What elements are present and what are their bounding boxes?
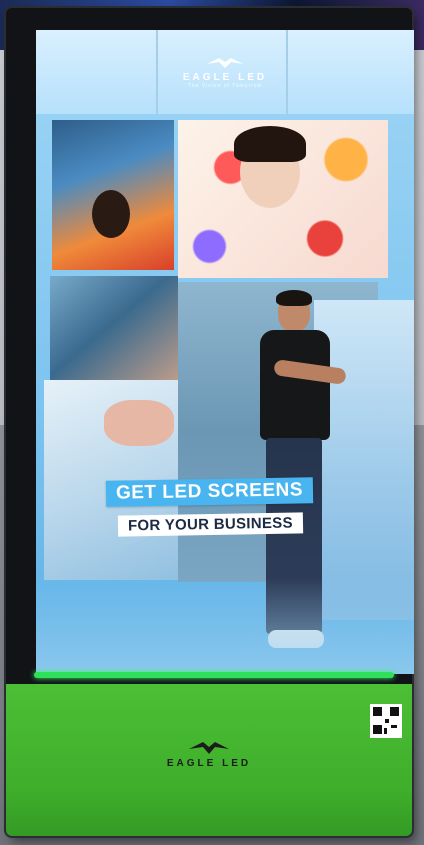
screen-floor-glow bbox=[36, 578, 414, 674]
figure-silhouette bbox=[92, 190, 130, 238]
led-kiosk: EAGLE LED The Vision of Tomorrow GET LED… bbox=[6, 8, 414, 836]
qr-code-icon[interactable] bbox=[370, 704, 402, 738]
eagle-logo-icon bbox=[207, 58, 243, 68]
subheadline-banner: FOR YOUR BUSINESS bbox=[117, 512, 304, 537]
headline-banner: GET LED SCREENS bbox=[105, 477, 314, 507]
base-logo: EAGLE LED bbox=[6, 740, 412, 769]
green-light-strip bbox=[34, 672, 394, 678]
hand-shape bbox=[104, 400, 174, 446]
eagle-logo-icon bbox=[189, 742, 229, 754]
man-hair bbox=[276, 290, 312, 306]
collage-tile-screen-closeup bbox=[50, 276, 178, 390]
collage-tile-portrait bbox=[178, 120, 388, 278]
collage-tile-led-panels bbox=[52, 120, 174, 270]
screen-logo: EAGLE LED The Vision of Tomorrow bbox=[36, 56, 414, 89]
kiosk-screen: EAGLE LED The Vision of Tomorrow GET LED… bbox=[36, 30, 414, 674]
screen-logo-tagline: The Vision of Tomorrow bbox=[187, 83, 263, 89]
screen-logo-name: EAGLE LED bbox=[182, 72, 268, 83]
man-shirt bbox=[260, 330, 330, 440]
portrait-hair bbox=[234, 126, 306, 162]
kiosk-base: EAGLE LED bbox=[6, 684, 412, 836]
base-logo-name: EAGLE LED bbox=[166, 758, 252, 769]
